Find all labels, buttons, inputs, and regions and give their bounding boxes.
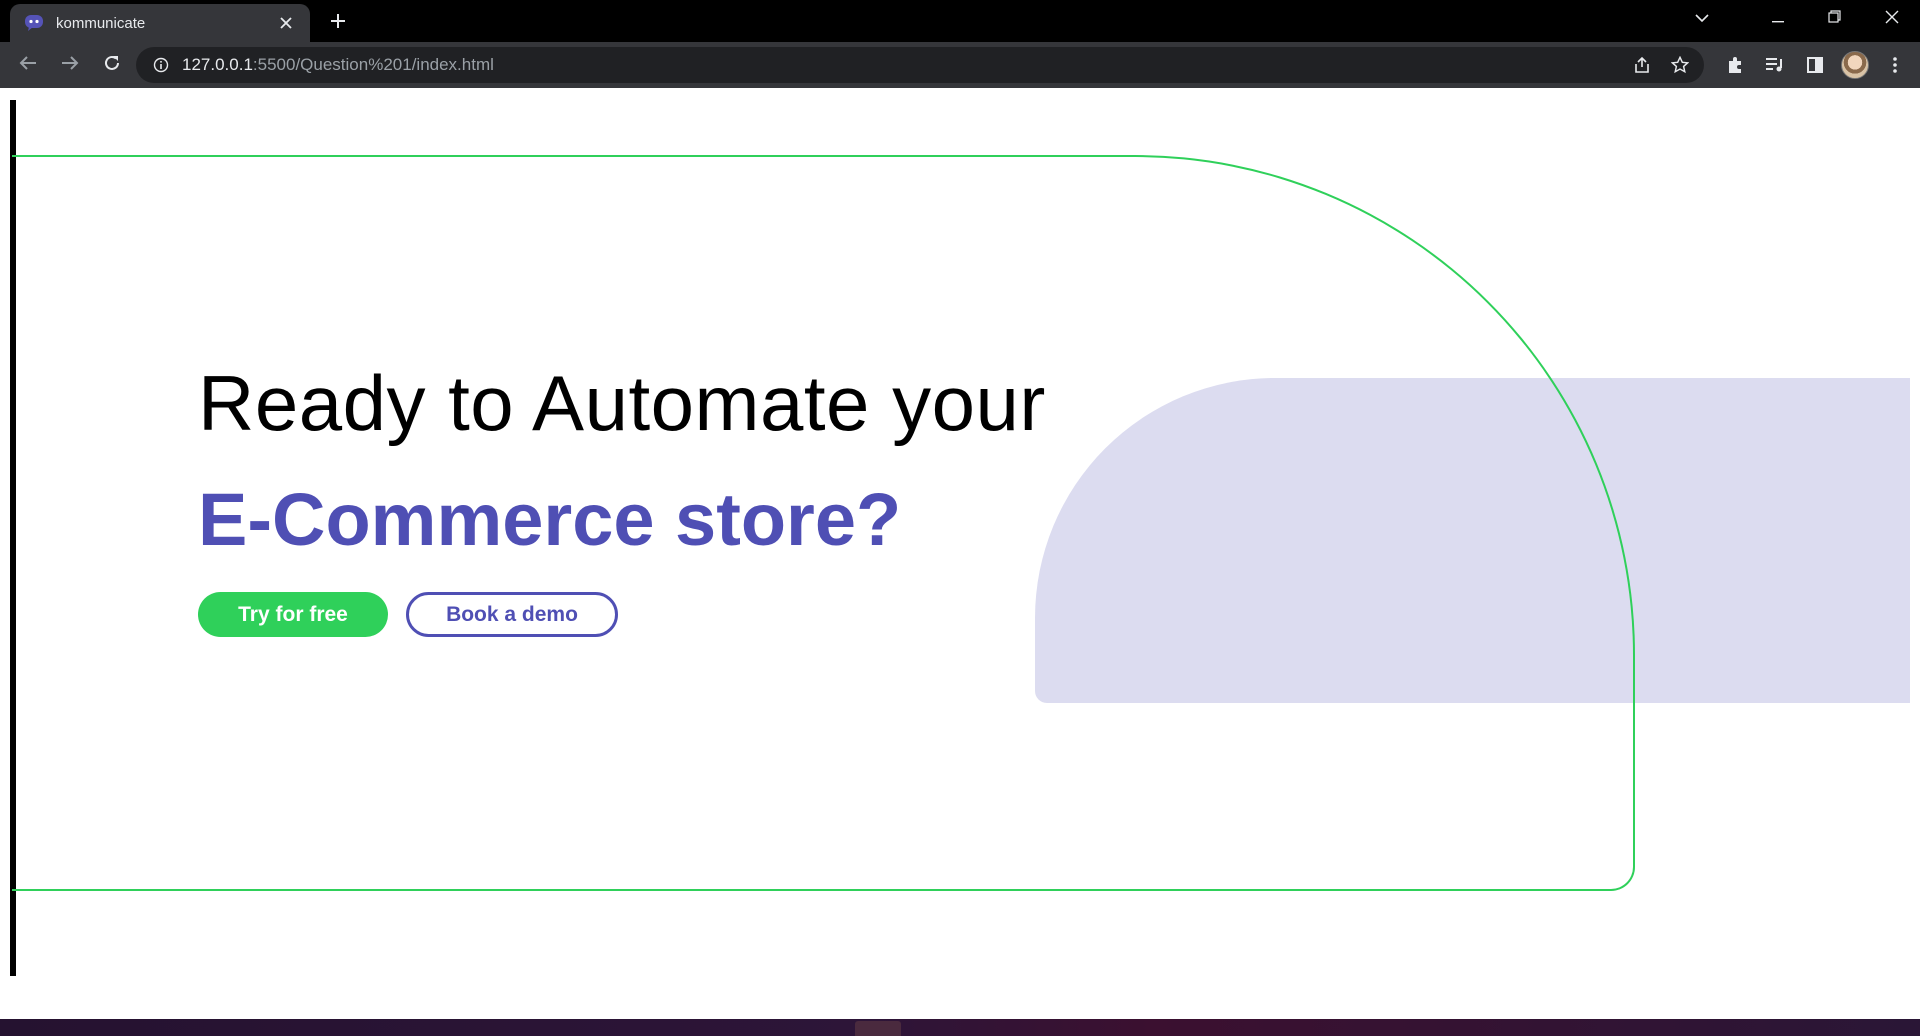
browser-tab-strip: kommunicate [0,0,1920,42]
tab-search-button[interactable] [1684,6,1720,32]
try-for-free-button[interactable]: Try for free [198,592,388,637]
toolbar-actions [1718,47,1912,83]
minimize-button[interactable] [1749,0,1806,38]
url-path: :5500/Question%201/index.html [252,55,494,74]
info-icon[interactable] [150,54,172,76]
avatar [1841,51,1869,79]
address-bar[interactable]: 127.0.0.1:5500/Question%201/index.html [136,47,1704,83]
browser-tab[interactable]: kommunicate [10,4,310,42]
share-icon[interactable] [1628,51,1656,79]
close-window-button[interactable] [1863,0,1920,38]
reload-button[interactable] [94,47,130,83]
taskbar-app-icon[interactable] [855,1021,901,1036]
new-tab-button[interactable] [324,9,352,37]
hero-headline: Ready to Automate your [198,359,1046,447]
window-controls [1749,0,1920,38]
page-viewport: Ready to Automate your E-Commerce store?… [0,88,1920,1019]
media-queue-icon[interactable] [1758,47,1792,83]
tab-title: kommunicate [56,14,146,32]
forward-button[interactable] [52,47,88,83]
browser-toolbar: 127.0.0.1:5500/Question%201/index.html [0,42,1920,88]
arrow-left-icon [19,55,37,76]
kommunicate-chat-icon [24,12,46,34]
os-taskbar [0,1019,1920,1036]
url-host: 127.0.0.1 [182,55,253,74]
hero-section: Ready to Automate your E-Commerce store?… [198,358,1046,637]
url-text: 127.0.0.1:5500/Question%201/index.html [182,55,494,75]
hero-subheadline: E-Commerce store? [198,478,902,561]
close-icon [1885,10,1899,29]
book-demo-button[interactable]: Book a demo [406,592,618,637]
plus-icon [330,13,346,34]
star-icon[interactable] [1666,51,1694,79]
reload-icon [103,54,121,77]
arrow-right-icon [61,55,79,76]
minimize-icon [1771,10,1784,28]
cta-row: Try for free Book a demo [198,592,1046,637]
kebab-menu-icon[interactable] [1878,47,1912,83]
profile-button[interactable] [1838,47,1872,83]
close-icon[interactable] [274,11,298,35]
puzzle-icon[interactable] [1718,47,1752,83]
restore-button[interactable] [1806,0,1863,38]
omnibox-actions [1628,51,1694,79]
restore-icon [1828,10,1841,28]
chevron-down-icon [1695,10,1709,28]
side-panel-icon[interactable] [1798,47,1832,83]
back-button[interactable] [10,47,46,83]
